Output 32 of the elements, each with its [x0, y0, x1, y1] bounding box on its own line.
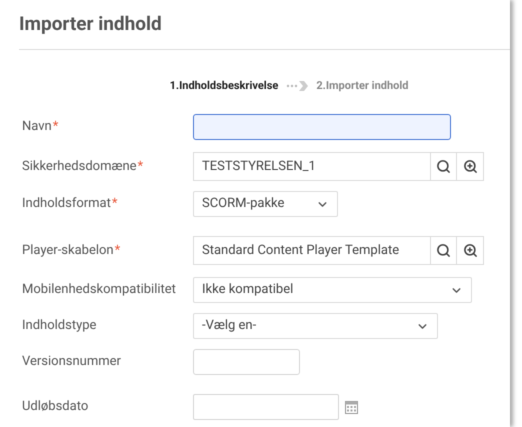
zoom-in-button[interactable] [457, 236, 484, 265]
calendar-icon[interactable] [345, 400, 358, 414]
date-field[interactable] [193, 394, 339, 420]
field-label: Versionsnummer [22, 353, 121, 372]
dropdown-field[interactable]: -Vælg en- [193, 313, 438, 339]
text-field[interactable] [193, 114, 451, 140]
dropdown-field[interactable]: SCORM-pakke [193, 191, 338, 217]
step-arrow-icon [286, 80, 308, 91]
field-label: Indholdstype [22, 317, 96, 336]
search-icon [436, 243, 451, 258]
required-mark: * [138, 158, 144, 176]
field-label: Mobilenhedskompatibilitet [22, 281, 176, 300]
field-label: Navn [22, 118, 52, 136]
wizard-step: 2.Importer indhold [316, 78, 408, 94]
wizard-step: 1.Indholdsbeskrivelse [170, 78, 278, 94]
field-label: Sikkerhedsdomæne [22, 158, 137, 176]
search-button[interactable] [431, 152, 457, 181]
required-mark: * [52, 118, 58, 136]
zoom-in-icon [462, 159, 478, 174]
required-mark: * [112, 195, 118, 214]
dialog-title: Importer indhold [19, 11, 163, 37]
lookup-field[interactable]: TESTSTYRELSEN_1 [193, 152, 431, 181]
zoom-in-icon [462, 243, 478, 258]
field-label: Indholdsformat [22, 195, 111, 214]
zoom-in-button[interactable] [457, 152, 484, 181]
required-mark: * [114, 242, 120, 260]
dropdown-field[interactable]: Ikke kompatibel [193, 277, 472, 303]
field-label: Udløbsdato [22, 398, 88, 416]
field-label: Player-skabelon [22, 242, 114, 260]
lookup-field[interactable]: Standard Content Player Template [193, 236, 431, 265]
search-button[interactable] [431, 236, 457, 265]
search-icon [436, 159, 451, 174]
